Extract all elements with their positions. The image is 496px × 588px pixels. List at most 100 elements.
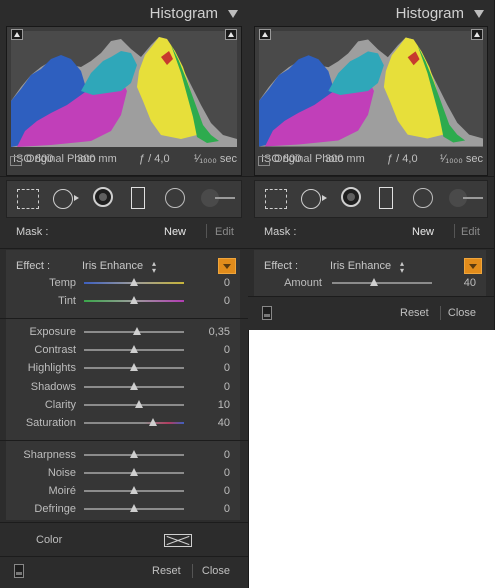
slider-row: Moiré 0 bbox=[6, 482, 240, 500]
histogram-header[interactable]: Histogram bbox=[248, 0, 494, 26]
effect-label: Effect : bbox=[16, 260, 51, 272]
slider-row: Exposure 0,35 bbox=[6, 323, 240, 341]
slider-value[interactable]: 0 bbox=[224, 344, 230, 356]
divider bbox=[248, 296, 494, 297]
slider-thumb[interactable] bbox=[130, 468, 138, 476]
effect-row: Effect : Iris Enhance ▴ ▾ bbox=[254, 256, 486, 275]
crop-overlay-icon[interactable] bbox=[265, 189, 287, 209]
slider-value[interactable]: 40 bbox=[218, 417, 230, 429]
crop-overlay-icon[interactable] bbox=[17, 189, 39, 209]
panel-footer: Reset Close bbox=[6, 560, 240, 582]
footer-divider bbox=[192, 564, 193, 578]
aperture-readout: ƒ / 4,0 bbox=[387, 153, 418, 165]
close-button[interactable]: Close bbox=[202, 565, 230, 577]
slider-track[interactable] bbox=[84, 404, 184, 406]
slider-label: Noise bbox=[47, 467, 76, 479]
slider-row: Noise 0 bbox=[6, 464, 240, 482]
slider-thumb[interactable] bbox=[130, 345, 138, 353]
slider-row: Highlights 0 bbox=[6, 359, 240, 377]
slider-value[interactable]: 0 bbox=[224, 449, 230, 461]
slider-thumb[interactable] bbox=[130, 296, 138, 304]
slider-thumb[interactable] bbox=[133, 327, 141, 335]
collapse-triangle-icon[interactable] bbox=[228, 10, 238, 18]
reset-button[interactable]: Reset bbox=[152, 565, 181, 577]
highlight-clipping-toggle-icon[interactable] bbox=[225, 29, 237, 40]
shadow-clipping-toggle-icon[interactable] bbox=[259, 29, 271, 40]
tool-strip bbox=[6, 180, 242, 218]
amount-slider-track[interactable] bbox=[332, 282, 432, 284]
panel-on-off-switch-icon[interactable] bbox=[262, 306, 272, 320]
collapse-triangle-icon[interactable] bbox=[474, 10, 484, 18]
radial-filter-icon[interactable] bbox=[165, 188, 185, 208]
red-eye-pupil-icon bbox=[99, 193, 107, 201]
mask-new-button[interactable]: New bbox=[164, 226, 186, 238]
spot-removal-icon[interactable] bbox=[301, 189, 321, 209]
slider-row: Shadows 0 bbox=[6, 378, 240, 396]
slider-row: Tint 0 bbox=[6, 292, 240, 310]
spot-removal-icon[interactable] bbox=[53, 189, 73, 209]
slider-row: Sharpness 0 bbox=[6, 446, 240, 464]
effect-collapse-toggle-icon[interactable] bbox=[218, 258, 236, 274]
slider-value[interactable]: 0,35 bbox=[209, 326, 230, 338]
slider-label: Exposure bbox=[29, 326, 76, 338]
mask-label: Mask : bbox=[16, 226, 49, 238]
divider bbox=[248, 248, 494, 249]
slider-value[interactable]: 0 bbox=[224, 381, 230, 393]
shadow-clipping-toggle-icon[interactable] bbox=[11, 29, 23, 40]
slider-row: Contrast 0 bbox=[6, 341, 240, 359]
footer-divider bbox=[440, 306, 441, 320]
original-photo-checkbox[interactable] bbox=[10, 156, 22, 166]
slider-label: Defringe bbox=[34, 503, 76, 515]
divider bbox=[0, 176, 248, 177]
slider-label: Shadows bbox=[30, 381, 76, 393]
graduated-filter-icon[interactable] bbox=[379, 187, 393, 209]
mask-new-button[interactable]: New bbox=[412, 226, 434, 238]
slider-thumb[interactable] bbox=[130, 278, 138, 286]
slider-value[interactable]: 0 bbox=[224, 295, 230, 307]
divider bbox=[0, 318, 248, 319]
slider-value[interactable]: 0 bbox=[224, 362, 230, 374]
original-photo-label: Original Photo bbox=[274, 153, 344, 165]
graduated-filter-icon[interactable] bbox=[131, 187, 145, 209]
slider-value[interactable]: 10 bbox=[218, 399, 230, 411]
mask-row: Mask : New Edit bbox=[6, 220, 240, 244]
slider-value[interactable]: 0 bbox=[224, 485, 230, 497]
slider-row: Clarity 10 bbox=[6, 396, 240, 414]
histogram-header[interactable]: Histogram bbox=[0, 0, 248, 26]
divider bbox=[0, 522, 248, 523]
reset-button[interactable]: Reset bbox=[400, 307, 429, 319]
slider-thumb[interactable] bbox=[130, 382, 138, 390]
color-swatch[interactable] bbox=[164, 534, 192, 547]
slider-thumb[interactable] bbox=[130, 486, 138, 494]
histogram-title: Histogram bbox=[149, 5, 218, 22]
radial-filter-icon[interactable] bbox=[413, 188, 433, 208]
slider-value[interactable]: 0 bbox=[224, 503, 230, 515]
mask-divider bbox=[454, 224, 455, 238]
left-develop-panel: Histogram ISO 800 300 mm ƒ / 4,0 ¹⁄₁₀₀₀ … bbox=[0, 0, 249, 588]
slider-label: Sharpness bbox=[23, 449, 76, 461]
panel-on-off-switch-icon[interactable] bbox=[14, 564, 24, 578]
slider-thumb[interactable] bbox=[130, 450, 138, 458]
effect-expand-toggle-icon[interactable] bbox=[464, 258, 482, 274]
highlight-clipping-toggle-icon[interactable] bbox=[471, 29, 483, 40]
slider-thumb[interactable] bbox=[135, 400, 143, 408]
color-label: Color bbox=[36, 534, 63, 546]
close-button[interactable]: Close bbox=[448, 307, 476, 319]
slider-value[interactable]: 0 bbox=[224, 467, 230, 479]
amount-slider-thumb[interactable] bbox=[370, 278, 378, 286]
slider-thumb[interactable] bbox=[130, 504, 138, 512]
panel-footer: Reset Close bbox=[254, 302, 486, 324]
original-photo-checkbox[interactable] bbox=[258, 156, 270, 166]
slider-thumb[interactable] bbox=[149, 418, 157, 426]
histogram-graph bbox=[259, 31, 483, 147]
mask-divider bbox=[206, 224, 207, 238]
slider-thumb[interactable] bbox=[130, 363, 138, 371]
effect-preset-select[interactable]: Iris Enhance bbox=[82, 260, 143, 272]
slider-value[interactable]: 0 bbox=[224, 277, 230, 289]
tool-strip bbox=[254, 180, 488, 218]
amount-value[interactable]: 40 bbox=[464, 277, 476, 289]
mask-edit-button[interactable]: Edit bbox=[461, 226, 480, 238]
effect-preset-select[interactable]: Iris Enhance bbox=[330, 260, 391, 272]
slider-track[interactable] bbox=[84, 422, 184, 424]
mask-edit-button[interactable]: Edit bbox=[215, 226, 234, 238]
